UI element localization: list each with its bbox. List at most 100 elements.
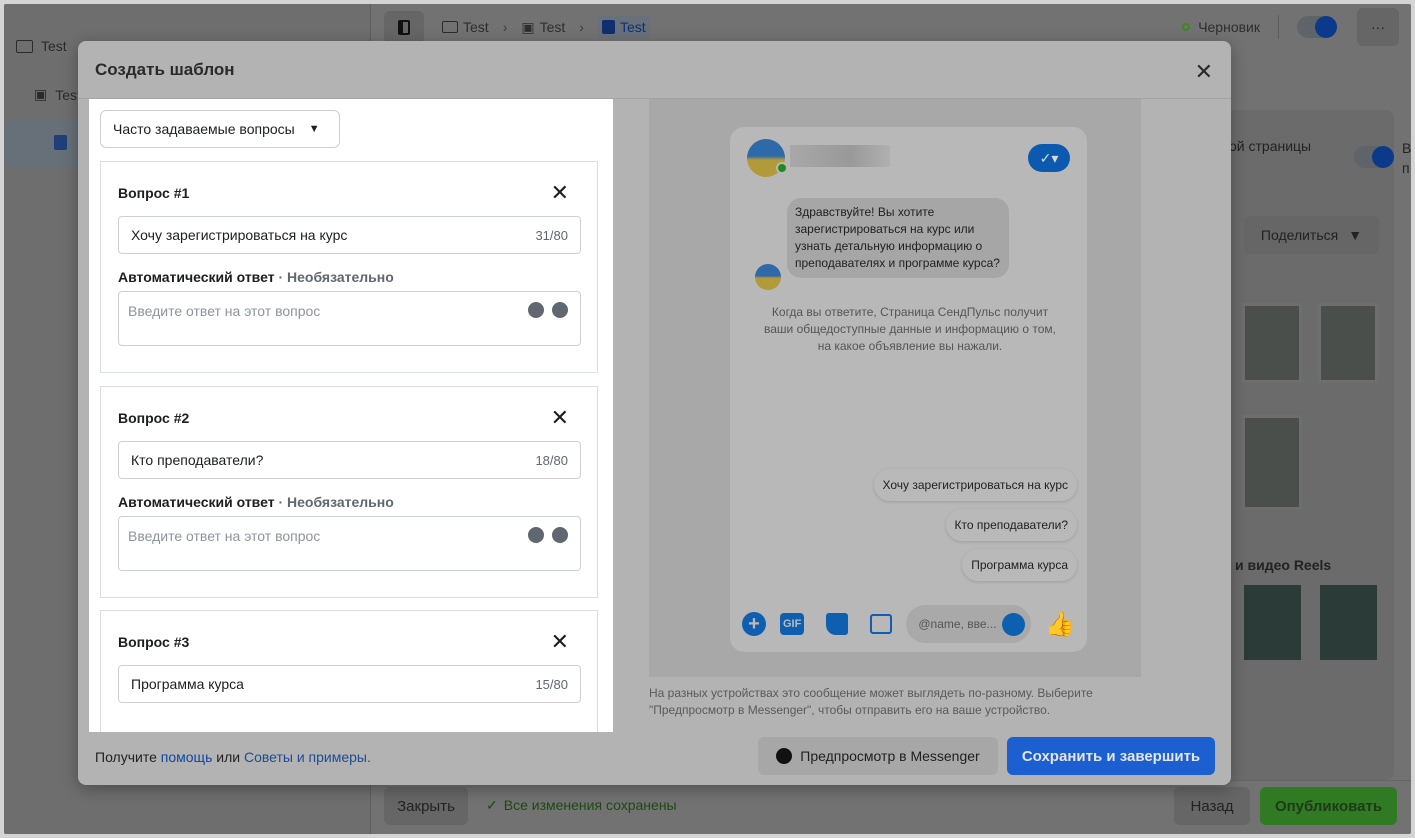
breadcrumb-label: Test: [539, 19, 566, 35]
messenger-preview-button[interactable]: Предпросмотр в Messenger: [758, 737, 998, 775]
placement-thumb[interactable]: [1242, 303, 1302, 383]
placement-thumb[interactable]: [1242, 415, 1302, 510]
sidebar-toggle-button[interactable]: [384, 11, 424, 43]
template-type-value: Часто задаваемые вопросы: [113, 121, 295, 137]
template-form: Часто задаваемые вопросы ▼ Вопрос #1 ✕ Хо…: [89, 99, 613, 732]
publish-button[interactable]: Опубликовать: [1260, 787, 1397, 825]
help-link[interactable]: помощь: [161, 749, 213, 765]
breadcrumb-campaign[interactable]: Test: [442, 19, 489, 35]
grid-icon: ▣: [34, 86, 48, 102]
footer-text: или: [212, 748, 244, 765]
share-button[interactable]: Поделиться ▼: [1244, 216, 1379, 254]
grid-icon: ▣: [521, 18, 535, 35]
emoji-icon[interactable]: [528, 302, 544, 318]
template-type-dropdown[interactable]: Часто задаваемые вопросы ▼: [100, 110, 340, 148]
composer-bar: + GIF @name, вве... 👍: [742, 604, 1077, 644]
publish-label: Опубликовать: [1274, 797, 1383, 815]
breadcrumb-ad[interactable]: Test: [597, 16, 650, 38]
gif-icon[interactable]: GIF: [780, 613, 805, 635]
folder-icon: [442, 21, 458, 33]
verify-button[interactable]: ✓▾: [1028, 144, 1070, 172]
reels-thumb[interactable]: [1320, 585, 1377, 660]
char-counter: 31/80: [535, 227, 568, 243]
emoji-icon[interactable]: [528, 527, 544, 543]
question-input[interactable]: Хочу зарегистрироваться на курс 31/80: [118, 216, 581, 254]
question-card: Вопрос #2 ✕ Кто преподаватели? 18/80 Авто…: [100, 386, 598, 598]
question-input[interactable]: Кто преподаватели? 18/80: [118, 441, 581, 479]
sidebar-item-adset[interactable]: ▣ Test: [34, 86, 81, 103]
preview-button-label: Предпросмотр в Messenger: [800, 748, 980, 764]
optional-tag: · Необязательно: [274, 269, 394, 285]
close-label: Закрыть: [397, 797, 455, 815]
remove-question-icon[interactable]: ✕: [551, 180, 569, 206]
question-title: Вопрос #2: [118, 410, 190, 426]
reels-thumb[interactable]: [1244, 585, 1301, 660]
document-icon: [54, 135, 67, 150]
sidebar-item-ad[interactable]: [54, 135, 67, 150]
sidebar-item-label: Test: [41, 38, 67, 54]
divider: [1278, 15, 1279, 39]
dialog-header: Создать шаблон: [78, 41, 1231, 99]
messenger-icon: [776, 748, 793, 764]
answer-placeholder: Введите ответ на этот вопрос: [128, 528, 321, 544]
personalize-icon[interactable]: [552, 302, 568, 318]
dialog-footer: Получите помощь или Советы и примеры. Пр…: [78, 728, 1231, 785]
folder-icon: [16, 39, 33, 53]
message-avatar: [755, 264, 781, 290]
back-label: Назад: [1190, 797, 1234, 815]
personalize-icon[interactable]: [552, 527, 568, 543]
panel-icon: [398, 19, 410, 35]
placement-thumb[interactable]: [1318, 303, 1378, 383]
back-button[interactable]: Назад: [1174, 787, 1250, 825]
status-dot-icon: [1182, 23, 1191, 31]
remove-question-icon[interactable]: ✕: [551, 405, 569, 431]
share-label: Поделиться: [1260, 227, 1339, 243]
reels-section-title: и видео Reels: [1235, 557, 1332, 573]
answer-label: Автоматический ответ · Необязательно: [118, 494, 394, 510]
answer-textarea[interactable]: Введите ответ на этот вопрос: [118, 291, 581, 346]
phone-mockup: ✓▾ Здравствуйте! Вы хотите зарегистриров…: [730, 127, 1087, 652]
answer-placeholder: Введите ответ на этот вопрос: [128, 303, 321, 319]
greeting-bubble: Здравствуйте! Вы хотите зарегистрировать…: [787, 198, 1009, 278]
messenger-preview: ✓▾ Здравствуйте! Вы хотите зарегистриров…: [649, 99, 1141, 677]
question-value: Хочу зарегистрироваться на курс: [131, 227, 348, 243]
answer-label-text: Автоматический ответ: [118, 269, 275, 285]
quick-reply[interactable]: Кто преподаватели?: [945, 509, 1077, 541]
save-button-label: Сохранить и завершить: [1021, 747, 1201, 765]
emoji-icon[interactable]: [1002, 612, 1026, 636]
question-value: Программа курса: [131, 676, 244, 692]
more-button[interactable]: ···: [1357, 8, 1399, 46]
close-page-button[interactable]: Закрыть: [384, 787, 468, 825]
message-input[interactable]: @name, вве...: [906, 605, 1032, 643]
sidebar-item-campaign[interactable]: Test: [16, 38, 67, 54]
plus-icon[interactable]: +: [742, 612, 766, 636]
answer-label-text: Автоматический ответ: [118, 494, 275, 510]
status-toggle[interactable]: [1297, 16, 1337, 38]
breadcrumb-adset[interactable]: ▣ Test: [521, 19, 565, 36]
quick-reply[interactable]: Хочу зарегистрироваться на курс: [873, 469, 1077, 501]
image-icon[interactable]: [870, 614, 893, 634]
page-setting-label: ой страницы: [1229, 138, 1312, 154]
tips-link[interactable]: Советы и примеры.: [244, 749, 371, 765]
sticker-icon[interactable]: [826, 613, 849, 635]
page-toggle[interactable]: [1354, 146, 1394, 168]
document-icon: [601, 20, 615, 34]
privacy-notice: Когда вы ответите, Страница СендПульс по…: [764, 305, 1056, 353]
check-icon: ✓: [486, 797, 498, 813]
save-status-text: Все изменения сохранены: [503, 797, 677, 813]
close-icon[interactable]: ✕: [1195, 59, 1213, 85]
app-window: Test ▣ Test Test › ▣ Test › Test Черновик …: [4, 4, 1411, 834]
save-status: ✓ Все изменения сохранены: [486, 797, 677, 814]
save-and-finish-button[interactable]: Сохранить и завершить: [1007, 737, 1215, 775]
answer-label: Автоматический ответ · Необязательно: [118, 269, 394, 285]
quick-reply[interactable]: Программа курса: [962, 549, 1077, 581]
bottom-bar: Закрыть ✓ Все изменения сохранены Назад О…: [372, 780, 1411, 834]
side-text: В п: [1402, 140, 1411, 176]
question-card: Вопрос #1 ✕ Хочу зарегистрироваться на к…: [100, 161, 598, 373]
like-icon[interactable]: 👍: [1045, 610, 1075, 639]
remove-question-icon[interactable]: ✕: [551, 629, 569, 655]
dialog-title: Создать шаблон: [95, 59, 235, 79]
question-input[interactable]: Программа курса 15/80: [118, 665, 581, 703]
answer-textarea[interactable]: Введите ответ на этот вопрос: [118, 516, 581, 571]
question-title: Вопрос #1: [118, 185, 190, 201]
